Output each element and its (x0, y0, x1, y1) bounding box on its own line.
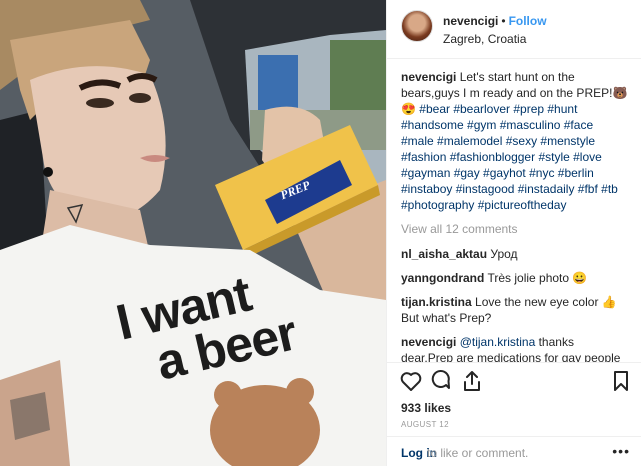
post-header: nevencigi • Follow Zagreb, Croatia (387, 0, 641, 59)
header-user-line: nevencigi • Follow (443, 14, 547, 28)
login-text: to like or comment. (427, 446, 529, 460)
post-photo[interactable]: I want a beer PREP (0, 0, 386, 466)
photo-illustration (0, 0, 386, 466)
comment-text: Très jolie photo 😀 (487, 271, 588, 285)
header-dot: • (501, 14, 506, 28)
more-options-icon[interactable]: ••• (612, 443, 630, 459)
login-bar: Log in to like or comment. ••• (387, 436, 641, 466)
post-date: AUGUST 12 (401, 420, 449, 429)
likes-count[interactable]: 933 likes (401, 401, 451, 415)
heart-icon[interactable] (399, 369, 423, 393)
post-sidebar: nevencigi • Follow Zagreb, Croatia nevenci… (386, 0, 641, 466)
location-link[interactable]: Zagreb, Croatia (443, 32, 526, 46)
caption-username[interactable]: nevencigi (401, 70, 456, 84)
comment-item: nl_aisha_aktau Урод (401, 246, 628, 262)
comment-item: nevencigi @tijan.kristina thanks dear.Pr… (401, 334, 628, 362)
view-all-comments-link[interactable]: View all 12 comments (401, 221, 628, 237)
comment-item: yanngondrand Très jolie photo 😀 (401, 270, 628, 286)
share-icon[interactable] (460, 369, 484, 393)
caption: nevencigi Let's start hunt on the bears,… (401, 69, 628, 213)
bookmark-icon[interactable] (609, 369, 633, 393)
comment-icon[interactable] (429, 369, 453, 393)
comment-text: Урод (490, 247, 518, 261)
comment-username[interactable]: yanngondrand (401, 271, 484, 285)
comment-username[interactable]: tijan.kristina (401, 295, 472, 309)
follow-button[interactable]: Follow (509, 14, 547, 28)
comment-item: tijan.kristina Love the new eye color 👍 … (401, 294, 628, 326)
caption-hashtags[interactable]: #bear #bearlover #prep #hunt #handsome #… (401, 102, 618, 212)
comment-mention[interactable]: @tijan.kristina (460, 335, 536, 349)
comment-username[interactable]: nl_aisha_aktau (401, 247, 487, 261)
comments-panel[interactable]: nevencigi Let's start hunt on the bears,… (387, 59, 641, 362)
header-username[interactable]: nevencigi (443, 14, 498, 28)
avatar[interactable] (401, 10, 433, 42)
comment-username[interactable]: nevencigi (401, 335, 456, 349)
